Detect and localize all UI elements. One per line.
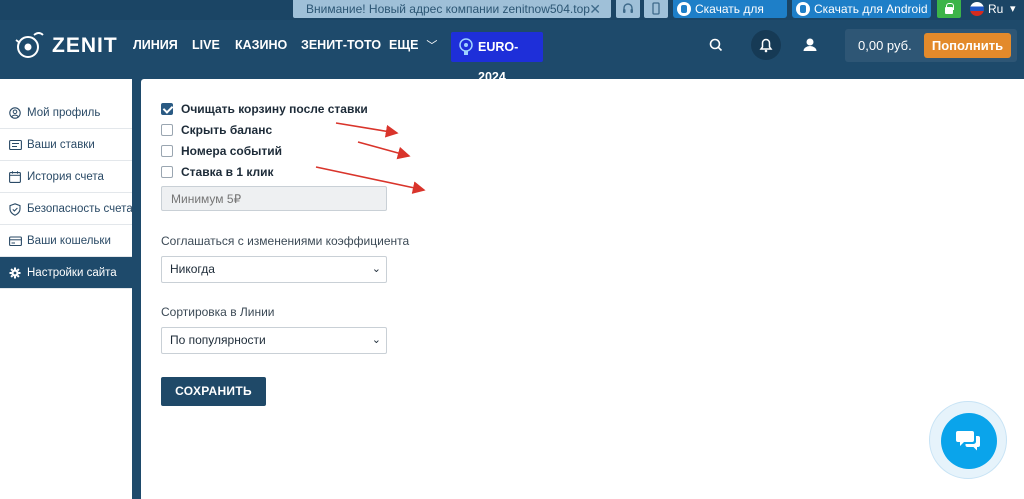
annotation-arrow [335, 122, 399, 138]
annotation-arrow [315, 166, 426, 194]
chat-button[interactable] [941, 413, 997, 469]
annotation-arrows [315, 122, 426, 194]
chat-widget [929, 401, 1007, 479]
annotation-arrow [357, 141, 411, 160]
chat-bubble-icon [956, 431, 980, 451]
